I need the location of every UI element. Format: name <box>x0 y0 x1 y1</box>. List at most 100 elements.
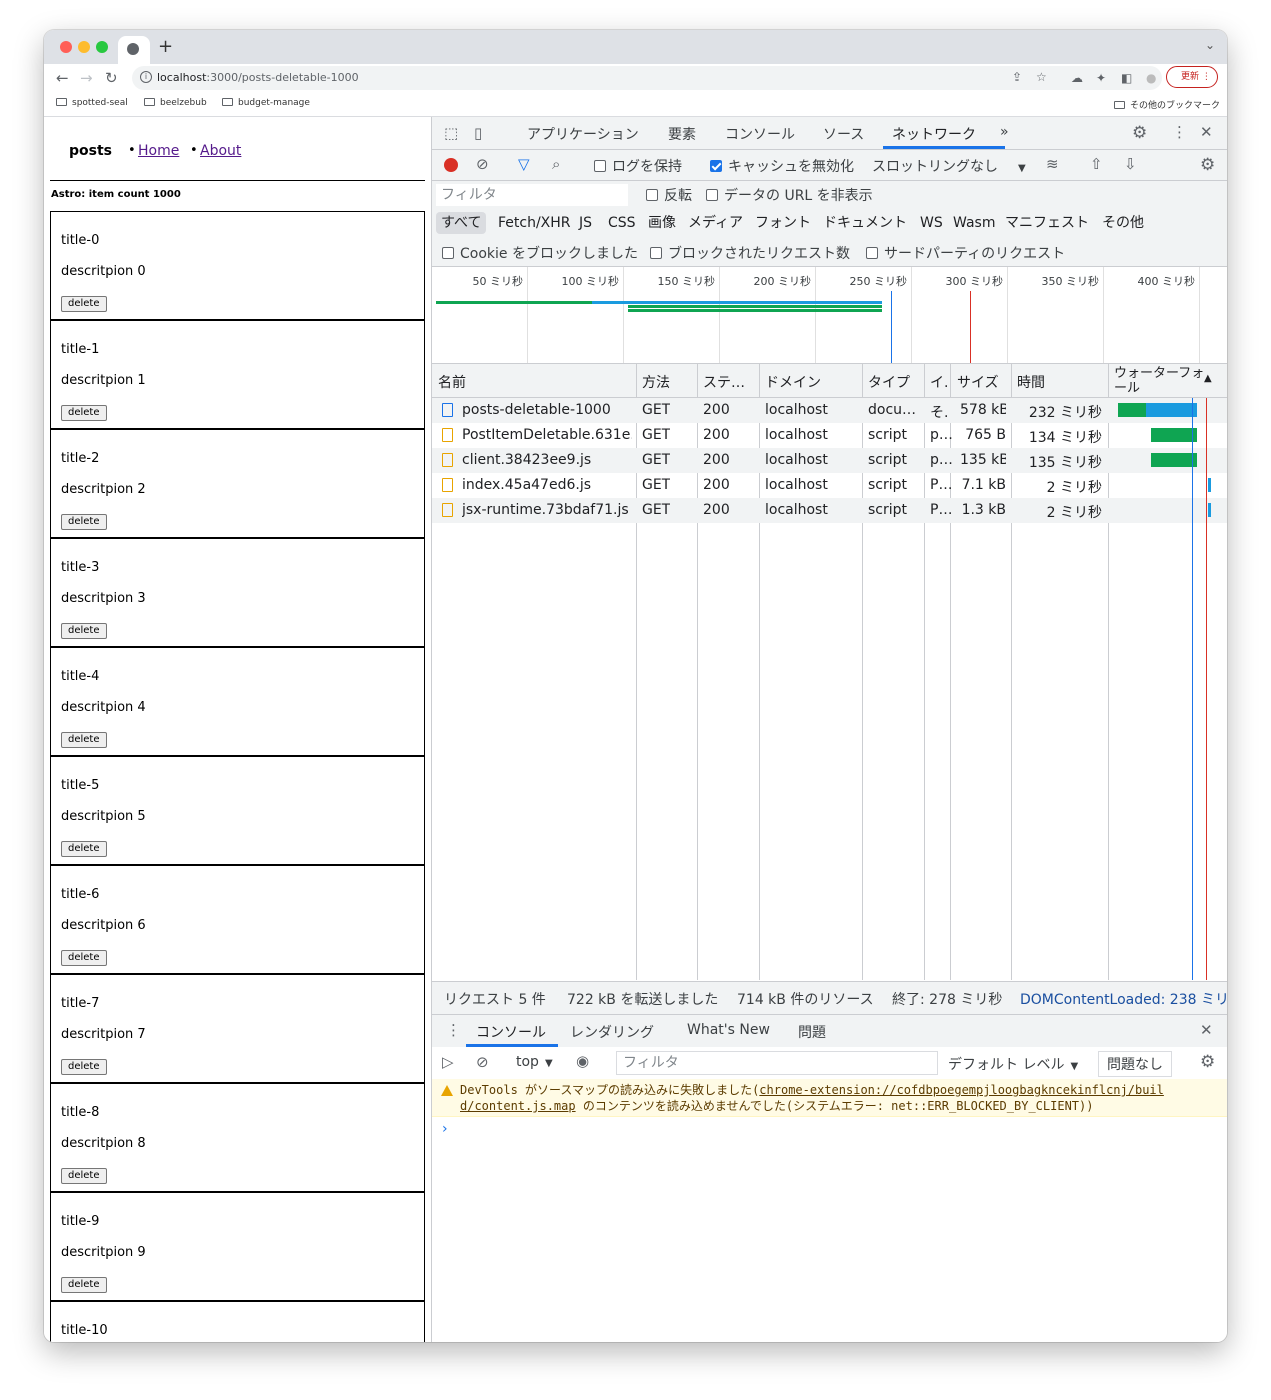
browser-tab[interactable] <box>118 36 150 64</box>
request-initiator[interactable]: p… <box>930 427 953 443</box>
request-row[interactable]: PostItemDeletable.631e… GET 200 localhos… <box>432 423 1227 448</box>
maximize-window-button[interactable] <box>96 41 108 53</box>
delete-button[interactable]: delete <box>61 1277 107 1293</box>
nav-link-home[interactable]: Home <box>138 143 179 159</box>
network-settings-gear-icon[interactable]: ⚙ <box>1200 155 1215 175</box>
drawer-tab-issues[interactable]: 問題 <box>798 1022 826 1042</box>
console-settings-gear-icon[interactable]: ⚙ <box>1200 1052 1215 1072</box>
drawer-tab-console[interactable]: コンソール <box>476 1022 546 1042</box>
log-levels-select[interactable]: デフォルト レベル ▼ <box>948 1054 1078 1074</box>
type-filter-font[interactable]: フォント <box>755 212 811 234</box>
delete-button[interactable]: delete <box>61 623 107 639</box>
request-row[interactable]: client.38423ee9.js GET 200 localhost scr… <box>432 448 1227 473</box>
update-button[interactable]: 更新 ⋮ <box>1166 66 1218 88</box>
col-time[interactable]: 時間 <box>1017 372 1045 392</box>
col-size[interactable]: サイズ <box>957 372 999 392</box>
blocked-requests-checkbox[interactable]: ブロックされたリクエスト数 <box>650 243 850 263</box>
type-filter-css[interactable]: CSS <box>608 212 636 234</box>
type-filter-js[interactable]: JS <box>579 212 592 234</box>
col-domain[interactable]: ドメイン <box>765 372 821 392</box>
bookmark-budget-manage[interactable]: budget-manage <box>222 98 310 108</box>
clear-console-icon[interactable]: ⊘ <box>476 1053 489 1071</box>
live-expression-eye-icon[interactable]: ◉ <box>576 1052 589 1070</box>
delete-button[interactable]: delete <box>61 296 107 312</box>
tab-network[interactable]: ネットワーク <box>892 124 976 144</box>
close-devtools-icon[interactable]: ✕ <box>1200 123 1213 141</box>
type-filter-other[interactable]: その他 <box>1102 212 1144 234</box>
import-har-icon[interactable]: ⇧ <box>1090 155 1103 173</box>
type-filter-img[interactable]: 画像 <box>648 212 676 234</box>
address-bar[interactable]: i localhost:3000/posts-deletable-1000 ⇪ … <box>132 66 1162 90</box>
third-party-checkbox[interactable]: サードパーティのリクエスト <box>866 243 1065 263</box>
hide-data-urls-checkbox[interactable]: データの URL を非表示 <box>706 185 873 205</box>
new-tab-button[interactable]: + <box>158 36 173 57</box>
bookmark-spotted-seal[interactable]: spotted-seal <box>56 98 128 108</box>
profile-icon[interactable]: ● <box>1146 71 1156 85</box>
sidebar-toggle-icon[interactable]: ▷ <box>442 1053 454 1071</box>
col-initiator[interactable]: イ. <box>930 372 948 392</box>
request-initiator[interactable]: p… <box>930 452 953 468</box>
drawer-menu-icon[interactable]: ⋮ <box>446 1021 461 1039</box>
cloud-icon[interactable]: ☁ <box>1071 71 1083 85</box>
share-icon[interactable]: ⇪ <box>1012 70 1022 84</box>
context-select[interactable]: top ▼ <box>516 1054 553 1070</box>
minimize-window-button[interactable] <box>78 41 90 53</box>
close-drawer-icon[interactable]: ✕ <box>1200 1021 1213 1039</box>
drawer-tab-rendering[interactable]: レンダリング <box>570 1022 654 1042</box>
tab-sources[interactable]: ソース <box>823 124 864 144</box>
col-method[interactable]: 方法 <box>642 372 670 392</box>
record-icon[interactable] <box>444 158 458 172</box>
type-filter-media[interactable]: メディア <box>688 212 743 234</box>
request-initiator[interactable]: P… <box>930 477 952 493</box>
request-row[interactable]: posts-deletable-1000 GET 200 localhost d… <box>432 398 1227 423</box>
source-map-link-cont[interactable]: d/content.js.map <box>460 1099 576 1113</box>
col-waterfall[interactable]: ウォーターフォール <box>1114 366 1210 396</box>
type-filter-wasm[interactable]: Wasm <box>953 212 995 234</box>
type-filter-fetch[interactable]: Fetch/XHR <box>498 212 571 234</box>
network-overview-timeline[interactable]: 50 ミリ秒 100 ミリ秒 150 ミリ秒 200 ミリ秒 250 ミリ秒 3… <box>432 267 1227 364</box>
request-row[interactable]: jsx-runtime.73bdaf71.js GET 200 localhos… <box>432 498 1227 523</box>
device-toolbar-icon[interactable]: ▯ <box>474 124 482 142</box>
delete-button[interactable]: delete <box>61 514 107 530</box>
console-filter-input[interactable]: フィルタ <box>616 1051 938 1075</box>
network-conditions-icon[interactable]: ≋ <box>1046 155 1059 173</box>
network-filter-input[interactable]: フィルタ <box>436 184 628 206</box>
settings-gear-icon[interactable]: ⚙ <box>1132 123 1147 143</box>
delete-button[interactable]: delete <box>61 1168 107 1184</box>
reload-icon[interactable]: ↻ <box>105 69 118 87</box>
col-status[interactable]: ステ… <box>703 372 745 392</box>
forward-icon[interactable]: → <box>80 69 93 87</box>
invert-checkbox[interactable]: 反転 <box>646 185 692 205</box>
delete-button[interactable]: delete <box>61 732 107 748</box>
request-initiator[interactable]: P… <box>930 502 952 518</box>
tab-search-chevron-icon[interactable]: ⌄ <box>1205 38 1215 52</box>
console-prompt[interactable]: › <box>442 1121 448 1137</box>
sort-up-icon[interactable]: ▲ <box>1204 373 1212 384</box>
throttling-select[interactable]: スロットリングなし ▼ <box>872 156 1026 176</box>
inspect-element-icon[interactable]: ⬚ <box>444 124 458 142</box>
clear-icon[interactable]: ⊘ <box>476 155 489 173</box>
other-bookmarks[interactable]: その他のブックマーク <box>1114 98 1220 111</box>
type-filter-manifest[interactable]: マニフェスト <box>1005 212 1089 234</box>
side-panel-icon[interactable]: ◧ <box>1121 71 1132 85</box>
type-filter-ws[interactable]: WS <box>920 212 943 234</box>
bookmark-star-icon[interactable]: ☆ <box>1036 70 1047 84</box>
close-window-button[interactable] <box>60 41 72 53</box>
bookmark-beelzebub[interactable]: beelzebub <box>144 98 207 108</box>
search-icon[interactable]: ⌕ <box>552 155 560 173</box>
type-filter-all[interactable]: すべて <box>436 212 487 234</box>
filter-funnel-icon[interactable]: ▽ <box>518 155 530 173</box>
issues-button[interactable]: 問題なし <box>1098 1051 1172 1077</box>
extensions-icon[interactable]: ✦ <box>1096 71 1106 85</box>
back-icon[interactable]: ← <box>56 69 69 87</box>
nav-link-about[interactable]: About <box>200 143 241 159</box>
export-har-icon[interactable]: ⇩ <box>1124 155 1137 173</box>
tab-application[interactable]: アプリケーション <box>527 124 639 144</box>
delete-button[interactable]: delete <box>61 841 107 857</box>
preserve-log-checkbox[interactable]: ログを保持 <box>594 156 682 176</box>
col-type[interactable]: タイプ <box>868 372 910 392</box>
disable-cache-checkbox[interactable]: キャッシュを無効化 <box>710 156 854 176</box>
drawer-tab-whats-new[interactable]: What's New <box>687 1022 770 1038</box>
tab-console[interactable]: コンソール <box>725 124 795 144</box>
request-initiator[interactable]: そ. <box>930 402 948 422</box>
